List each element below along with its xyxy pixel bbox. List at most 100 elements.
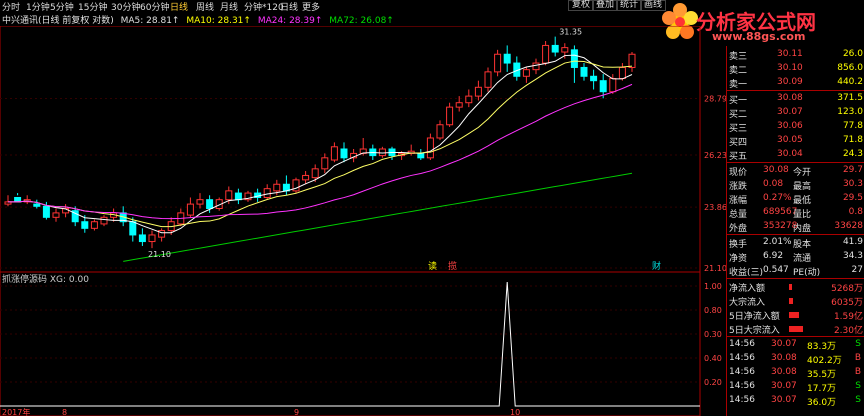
stat-label: 最低 <box>793 196 812 206</box>
candle-up <box>455 102 463 108</box>
order-volume: 77.8 <box>842 121 863 131</box>
candle-down <box>33 203 41 207</box>
price-tick-label: 23.86 <box>704 203 726 212</box>
indicator-title: 抓涨停源码 XG: 0.00 <box>2 275 89 285</box>
toolbar-item[interactable]: 30分钟 <box>111 0 140 13</box>
fund-flow-row: 5日净流入额 1.59亿 <box>727 308 864 322</box>
fund-flow-value: 1.59亿 <box>833 312 863 322</box>
stat-label: 换手 <box>729 240 748 250</box>
tick-side: S <box>855 395 861 405</box>
fund-flow-bar <box>789 284 792 290</box>
toolbar-item[interactable]: 15分钟 <box>78 0 107 13</box>
separator <box>727 336 864 337</box>
candle-up <box>474 86 482 97</box>
order-label: 卖二 <box>729 66 748 76</box>
indicator-chart[interactable]: 1.00 0.80 0.30 0.40 0.20 2017年 8 9 10 <box>0 272 726 416</box>
order-volume: 71.8 <box>842 135 863 145</box>
date-axis-label: 8 <box>62 408 67 416</box>
buy-row: 买三 30.06 77.8 <box>727 120 864 134</box>
order-label: 买四 <box>729 138 748 148</box>
order-price: 30.07 <box>777 107 803 117</box>
toolbar-item[interactable]: 日线 <box>170 0 188 13</box>
stat-value: 0.27% <box>763 193 792 203</box>
candle-up <box>52 212 60 218</box>
tick-volume: 402.2万 <box>807 356 842 366</box>
stat-label: 现价 <box>729 168 748 178</box>
candle-down <box>417 152 425 159</box>
stat-value: 41.9 <box>842 237 863 247</box>
candle-up <box>609 77 617 93</box>
order-volume: 24.3 <box>842 149 863 159</box>
stat-value: 6.92 <box>763 251 784 261</box>
toolbar-item[interactable]: 更多 <box>302 0 320 13</box>
toolbar-item[interactable]: 周线 <box>196 0 214 13</box>
toolbar-item[interactable]: 日线 <box>280 0 298 13</box>
buy-row: 买五 30.04 24.3 <box>727 148 864 162</box>
ma5-label: MA5: 28.81↑ <box>120 16 180 26</box>
tick-time: 14:56 <box>729 367 755 377</box>
stat-value: 30.08 <box>763 165 789 175</box>
order-volume: 440.2 <box>837 77 863 87</box>
stat-label: 流通 <box>793 254 812 264</box>
candle-up <box>484 71 492 88</box>
tick-row: 14:56 30.07 17.7万 S <box>727 380 864 394</box>
indicator-tick-label: 0.20 <box>704 378 722 387</box>
toolbar-item[interactable]: 5分钟 <box>50 0 74 13</box>
candle-down <box>590 75 598 82</box>
candle-up <box>330 146 338 161</box>
stat-row: 换手 2.01% 股本 41.9 <box>727 236 864 250</box>
order-price: 30.10 <box>777 63 803 73</box>
order-volume: 26.0 <box>842 49 863 59</box>
stat-label: 量比 <box>793 210 812 220</box>
indicator-spike-line <box>0 281 700 407</box>
indicator-tick-label: 0.30 <box>704 330 722 339</box>
candle-up <box>273 183 281 192</box>
candle-up <box>532 62 540 71</box>
stat-value: 27 <box>851 265 863 275</box>
indicator-tick-label: 0.40 <box>704 354 722 363</box>
candle-down <box>340 148 348 159</box>
stat-value: 0.547 <box>763 265 789 275</box>
separator <box>727 90 864 91</box>
toolbar-item[interactable]: 1分钟 <box>26 0 50 13</box>
order-label: 卖一 <box>729 80 748 90</box>
toolbar-button[interactable]: 叠加 <box>592 0 619 11</box>
indicator-tick-label: 1.00 <box>704 282 722 291</box>
toolbar-button[interactable]: 统计 <box>616 0 643 11</box>
ma10-line <box>8 60 633 228</box>
stat-label: 股本 <box>793 240 812 250</box>
stat-label: 净资 <box>729 254 748 264</box>
order-price: 30.08 <box>777 93 803 103</box>
stat-label: 总量 <box>729 210 748 220</box>
stat-row: 净资 6.92 流通 34.3 <box>727 250 864 264</box>
order-price: 30.04 <box>777 149 803 159</box>
toolbar-item[interactable]: 月线 <box>220 0 238 13</box>
toolbar-item[interactable]: 分钟*120 <box>244 0 284 13</box>
buy-row: 买一 30.08 371.5 <box>727 92 864 106</box>
toolbar-item[interactable]: 分时 <box>2 0 20 13</box>
order-volume: 856.0 <box>837 63 863 73</box>
stat-row: 总量 689567 量比 0.8 <box>727 206 864 220</box>
separator <box>727 162 864 163</box>
tick-side: S <box>855 381 861 391</box>
tick-side: B <box>854 367 861 377</box>
tick-price: 30.07 <box>771 381 797 391</box>
candle-up <box>100 216 108 225</box>
tick-price: 30.08 <box>771 367 797 377</box>
main-plot-frame <box>0 26 701 272</box>
tick-time: 14:56 <box>729 381 755 391</box>
toolbar-button[interactable]: 复权 <box>568 0 595 11</box>
candle-down <box>599 80 607 93</box>
candle-up <box>225 190 233 201</box>
buy-row: 买四 30.05 71.8 <box>727 134 864 148</box>
ma-legend: 中兴通讯(日线 前复权 对数) MA5: 28.81↑ MA10: 28.31↑… <box>2 13 398 26</box>
candle-up <box>378 148 386 157</box>
candlestick-chart[interactable]: 28.79 26.23 23.86 21.10 31.35 21.10 读揽 财 <box>0 26 726 272</box>
candle-up <box>186 203 194 216</box>
fund-flow-label: 净流入额 <box>729 284 766 294</box>
tick-price: 30.07 <box>771 339 797 349</box>
toolbar-item[interactable]: 60分钟 <box>140 0 169 13</box>
stat-row: 外盘 353278 内盘 33628 <box>727 220 864 234</box>
tick-volume: 83.3万 <box>807 342 837 352</box>
candle-up <box>311 168 319 179</box>
